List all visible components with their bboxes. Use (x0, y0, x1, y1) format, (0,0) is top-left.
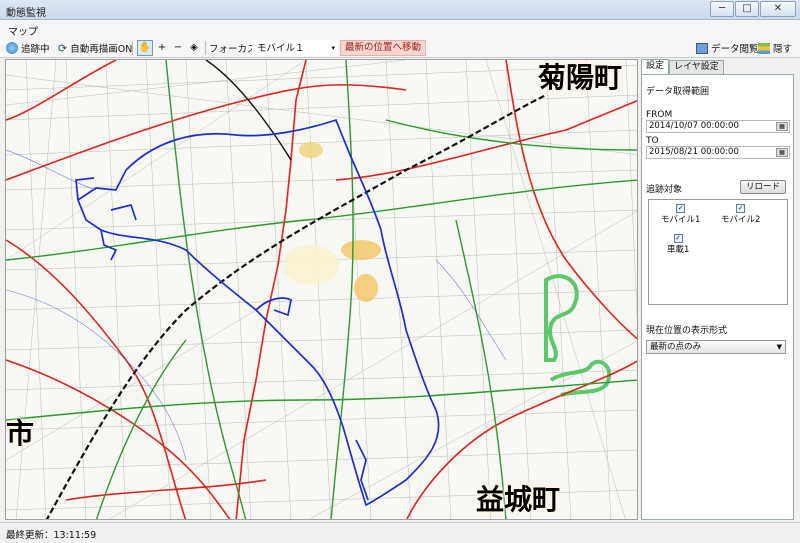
data-view-label: データ閲覧 (711, 44, 759, 55)
move-latest-button[interactable]: 最新の位置へ移動 (340, 40, 427, 56)
target-list: ✓ モバイル1 ✓ モバイル2 ✓ 車載1 (648, 199, 788, 305)
zoom-out-icon[interactable]: − (170, 40, 186, 56)
from-label: FROM (646, 110, 673, 120)
minimize-button[interactable]: ─ (710, 1, 734, 17)
toolbar-separator (132, 41, 133, 55)
checkbox-icon[interactable]: ✓ (736, 204, 746, 213)
calendar-icon[interactable]: ▦ (776, 122, 788, 131)
panel-tabs: 設定 レイヤ設定 (641, 59, 724, 75)
display-format-label: 現在位置の表示形式 (646, 326, 728, 336)
map-canvas[interactable] (6, 60, 638, 520)
targets-label: 追跡対象 (646, 185, 683, 195)
pan-tool-icon[interactable]: ✋ (137, 40, 153, 56)
map-label-kikuyo: 菊陽町 (538, 61, 623, 94)
checkbox-icon[interactable]: ✓ (673, 234, 683, 243)
auto-redraw-label: 自動再描画ON (70, 44, 133, 55)
hide-label: 隠す (773, 44, 793, 55)
range-title: データ取得範囲 (646, 87, 710, 97)
reload-icon: ⟳ (58, 41, 68, 55)
focus-select-value: モバイル１ (257, 43, 305, 54)
tab-settings[interactable]: 設定 (641, 59, 670, 74)
layers-icon (758, 42, 770, 54)
settings-tab-body: データ取得範囲 FROM 2014/10/07 00:00:00 ▦ TO 20… (641, 74, 794, 520)
menu-bar: マップ (0, 20, 800, 38)
chevron-down-icon: ▾ (331, 44, 335, 52)
to-date-field[interactable]: 2015/08/21 00:00:00 ▦ (646, 146, 790, 159)
tab-layer-settings[interactable]: レイヤ設定 (669, 60, 724, 74)
from-date-field[interactable]: 2014/10/07 00:00:00 ▦ (646, 120, 790, 133)
hide-button[interactable]: 隠す (758, 40, 792, 56)
settings-panel: 設定 レイヤ設定 データ取得範囲 FROM 2014/10/07 00:00:0… (641, 59, 794, 520)
checkbox-icon[interactable]: ✓ (676, 204, 686, 213)
red-roads (6, 60, 637, 519)
green-roads (6, 60, 637, 519)
tracking-icon (6, 42, 18, 54)
display-format-select[interactable]: 最新の点のみ ▼ (646, 340, 786, 354)
maximize-button[interactable]: □ (735, 1, 759, 17)
window-controls: ─ □ ✕ (710, 1, 796, 17)
toolbar: 追跡中 ⟳ 自動再描画ON ✋ + − ◈ フォーカス モバイル１ ▾ 最新の位… (0, 38, 800, 58)
tracked-route (75, 118, 440, 507)
to-date-value: 2015/08/21 00:00:00 (649, 147, 739, 157)
menu-map[interactable]: マップ (8, 23, 38, 38)
data-view-button[interactable]: データ閲覧 (696, 40, 759, 56)
focus-select[interactable]: モバイル１ ▾ (252, 40, 338, 56)
close-button[interactable]: ✕ (760, 1, 796, 17)
toolbar-separator (205, 41, 206, 55)
measure-icon[interactable]: ◈ (186, 40, 202, 56)
map-label-mashiki: 益城町 (476, 483, 561, 516)
focus-label-text: フォーカス (209, 44, 257, 55)
last-update: 最終更新：13:11:59 (6, 530, 97, 541)
target-mobile2[interactable]: ✓ モバイル2 (721, 204, 760, 225)
zoom-in-icon[interactable]: + (154, 40, 170, 56)
target-vehicle1[interactable]: ✓ 車載1 (667, 234, 689, 255)
from-date-value: 2014/10/07 00:00:00 (649, 121, 739, 131)
map-label-shi: 市 (6, 417, 35, 450)
tracking-toggle[interactable]: 追跡中 (6, 40, 50, 56)
display-format-value: 最新の点のみ (650, 342, 702, 352)
reload-button[interactable]: リロード (740, 180, 786, 194)
calendar-icon[interactable]: ▦ (776, 148, 788, 157)
map-view[interactable]: 菊陽町 市 益城町 (5, 59, 638, 520)
auto-redraw-toggle[interactable]: ⟳ 自動再描画ON (58, 40, 132, 56)
target-mobile2-label: モバイル2 (721, 215, 761, 225)
title-bar: 動態監視 ─ □ ✕ (0, 0, 800, 20)
target-mobile1-label: モバイル1 (661, 215, 701, 225)
status-bar: 最終更新：13:11:59 (0, 522, 800, 543)
target-vehicle1-label: 車載1 (667, 245, 690, 255)
focus-label: フォーカス (209, 40, 257, 56)
chevron-down-icon: ▼ (776, 343, 782, 351)
target-mobile1[interactable]: ✓ モバイル1 (661, 204, 700, 225)
window-title: 動態監視 (6, 8, 46, 19)
tracking-label: 追跡中 (21, 44, 50, 55)
to-label: TO (646, 136, 659, 146)
street-grid (6, 60, 637, 519)
data-view-icon (696, 42, 708, 54)
